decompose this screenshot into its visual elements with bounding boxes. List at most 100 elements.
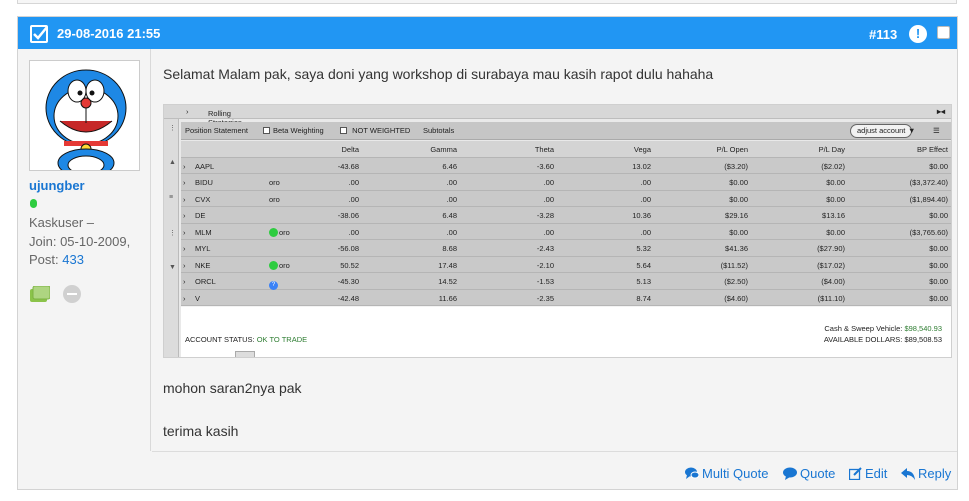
delta-cell: .00 — [348, 227, 359, 237]
symbol-cell: MYL — [195, 244, 211, 253]
col-header: Delta — [341, 145, 359, 154]
gamma-cell: .00 — [446, 194, 457, 204]
list-menu-icon: ☰ — [933, 126, 940, 135]
post-count-label: Post: — [29, 252, 59, 267]
user-join-date: Join: 05-10-2009, — [29, 234, 131, 249]
green-circle-icon — [269, 260, 278, 270]
avatar[interactable] — [29, 60, 140, 171]
post-header: 29-08-2016 21:55 #113 ! — [18, 17, 957, 49]
expand-arrow-icon: › — [183, 293, 186, 303]
dropdown-icon: ▼ — [908, 126, 916, 135]
theta-cell: -3.60 — [536, 161, 554, 171]
theta-cell: -1.53 — [536, 277, 554, 286]
bp-cell: ($3,372.40) — [909, 178, 948, 187]
comment-icon — [783, 467, 797, 480]
vega-cell: 13.02 — [632, 161, 651, 171]
account-status: ACCOUNT STATUS: OK TO TRADE — [185, 335, 308, 344]
vega-cell: 5.32 — [636, 244, 651, 253]
quote-button[interactable]: Quote — [783, 466, 835, 481]
table-row: › CVX oro .00.00.00.00 $0.00 $0.00 ($1,894.40) — [181, 190, 951, 207]
pl_open-cell: ($2.50) — [724, 277, 748, 286]
table-row: › ORCL? -45.30 14.52 -1.53 5.13 ($2.50) ($4.00)… — [181, 273, 951, 290]
col-header: Gamma — [430, 145, 457, 154]
gamma-cell: .00 — [446, 227, 457, 237]
position-statement-bar: Position Statement Beta Weighting NOT WE… — [181, 122, 951, 140]
table-row: › MYL -56.08 8.68 -2.43 5.32 $41.36 ($27.90) $0.… — [181, 240, 951, 257]
symbol-cell: ORCL — [195, 277, 216, 286]
theta-cell: .00 — [543, 227, 554, 237]
post-actions: Multi Quote Quote Edit Reply — [152, 451, 957, 489]
table-row: › AAPL -43.68 6.46 -3.60 13.02 ($3.20) ($2.02) $… — [181, 157, 951, 174]
positions-table: Delta Gamma Theta Vega P/L Open P/L Day … — [181, 141, 951, 323]
col-header: P/L Open — [716, 145, 748, 154]
pl_open-cell: $0.00 — [729, 227, 748, 237]
delta-cell: -43.68 — [337, 161, 359, 171]
gamma-cell: .00 — [446, 178, 457, 187]
username-link[interactable]: ujungber — [29, 178, 85, 193]
user-info-panel: ujungber Kaskuser – Join: 05-10-2009, Po… — [18, 49, 151, 451]
green-circle-icon — [269, 227, 278, 237]
gamma-cell: 6.46 — [442, 161, 457, 171]
embedded-screenshot-image[interactable]: › Rolling Strategies ▸◂ ⋮▲≡⋮▼ Position S… — [163, 104, 952, 358]
delta-cell: .00 — [348, 178, 359, 187]
vega-cell: 10.36 — [632, 211, 651, 220]
bp-cell: $0.00 — [929, 244, 948, 253]
bp-cell: $0.00 — [929, 277, 948, 286]
theta-cell: .00 — [543, 178, 554, 187]
bottom-tab — [235, 351, 255, 357]
bp-cell: ($1,894.40) — [909, 194, 948, 204]
exclamation-circle-icon[interactable]: ! — [909, 25, 927, 43]
delta-cell: -38.06 — [337, 211, 359, 220]
col-header: Vega — [633, 145, 651, 154]
available-dollars: AVAILABLE DOLLARS: $89,508.53 — [823, 335, 942, 344]
vega-cell: .00 — [640, 227, 651, 237]
table-row: › V -42.48 11.66 -2.35 8.74 ($4.60) ($11.10) $0.… — [181, 289, 951, 306]
pl_day-cell: $0.00 — [826, 227, 845, 237]
online-status-dot — [30, 199, 37, 208]
symbol-cell: AAPL — [195, 161, 215, 171]
pl_open-cell: $0.00 — [729, 178, 748, 187]
pl_day-cell: $13.16 — [822, 211, 845, 220]
symbol-cell: DE — [195, 211, 206, 220]
edit-button[interactable]: Edit — [848, 466, 887, 481]
bp-cell: $0.00 — [929, 211, 948, 220]
col-header: P/L Day — [818, 145, 845, 154]
table-row: › DE -38.06 6.48 -3.28 10.36 $29.16 $13.16 $0.00 — [181, 207, 951, 224]
pl_open-cell: $29.16 — [725, 211, 748, 220]
pl_open-cell: ($3.20) — [724, 161, 748, 171]
bp-cell: ($3,765.60) — [909, 227, 948, 237]
multi-quote-button[interactable]: Multi Quote — [685, 466, 768, 481]
table-row: › MLM oro .00.00.00.00 $0.00 $0.00 ($3,765.60) — [181, 223, 951, 240]
expand-arrow-icon: › — [183, 161, 186, 171]
pl_day-cell: ($11.10) — [817, 293, 845, 303]
symbol-cell: BIDU — [195, 178, 213, 187]
theta-cell: .00 — [543, 194, 554, 204]
select-post-checkbox[interactable] — [937, 26, 950, 39]
theta-cell: -2.35 — [536, 293, 554, 303]
vega-cell: .00 — [640, 178, 651, 187]
doraemon-avatar-image — [30, 61, 139, 170]
theta-cell: -3.28 — [536, 211, 554, 220]
pl_day-cell: $0.00 — [826, 178, 845, 187]
row-status-icon: ? — [269, 277, 278, 290]
theta-cell: -2.43 — [536, 244, 554, 253]
gamma-cell: 6.48 — [442, 211, 457, 220]
post-content: Selamat Malam pak, saya doni yang worksh… — [162, 49, 957, 451]
position-statement-label: Position Statement — [185, 126, 248, 135]
left-strip: ⋮ ▲ ≡ ⋮ ▼ — [164, 119, 179, 357]
gamma-cell: 8.68 — [442, 244, 457, 253]
reputation-badge-icon[interactable] — [30, 286, 50, 303]
cash-sweep: Cash & Sweep Vehicle: $98,540.93 — [824, 324, 942, 333]
blocked-badge-icon[interactable] — [63, 285, 81, 303]
pl_day-cell: ($27.90) — [817, 244, 845, 253]
reply-button[interactable]: Reply — [901, 466, 951, 481]
post-count-link[interactable]: 433 — [62, 252, 84, 267]
post-text-line: mohon saran2nya pak — [163, 380, 302, 396]
expand-arrow-icon: › — [183, 194, 186, 204]
check-square-icon — [30, 25, 48, 43]
pl_day-cell: ($17.02) — [817, 260, 845, 270]
bp-cell: $0.00 — [929, 161, 948, 171]
post-number[interactable]: #113 — [869, 27, 897, 42]
gamma-cell: 11.66 — [438, 293, 457, 303]
adjust-account-button: adjust account — [850, 124, 913, 138]
